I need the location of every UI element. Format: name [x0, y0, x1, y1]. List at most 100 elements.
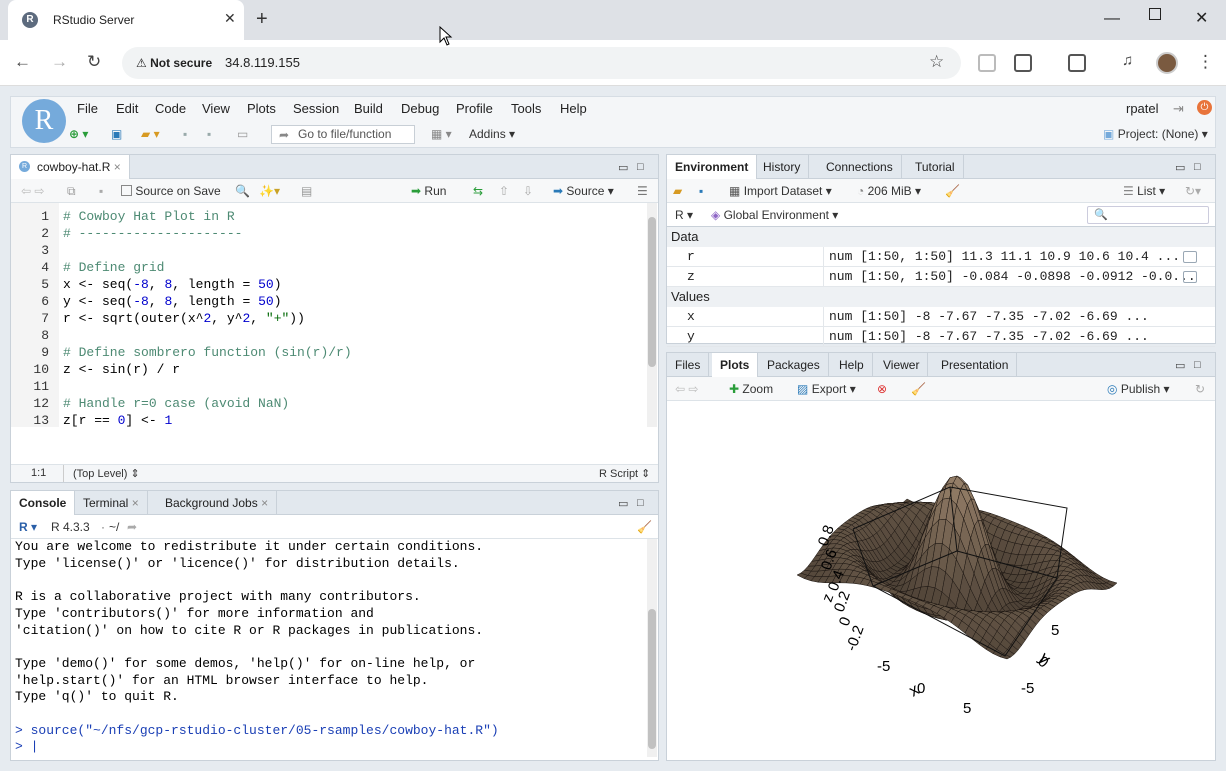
publish-button[interactable]: ◎ Publish ▾	[1107, 382, 1170, 396]
code-line[interactable]: x <- seq(-8, 8, length = 50)	[63, 277, 282, 292]
menu-plots[interactable]: Plots	[247, 101, 276, 116]
save-workspace-icon[interactable]: ▪	[699, 184, 703, 198]
code-line[interactable]: # ---------------------	[63, 226, 242, 241]
close-terminal-icon[interactable]: ×	[132, 496, 139, 510]
close-tab-icon[interactable]: ✕	[224, 10, 236, 27]
tab-environment[interactable]: Environment	[667, 155, 758, 180]
browser-tab[interactable]: R RStudio Server ✕	[8, 0, 244, 40]
forward-icon[interactable]: →	[51, 52, 68, 72]
menu-session[interactable]: Session	[293, 101, 339, 116]
menu-file[interactable]: File	[77, 101, 98, 116]
tab-tutorial[interactable]: Tutorial	[907, 155, 964, 179]
show-in-window-icon[interactable]: ⧉	[67, 184, 76, 199]
memory-usage[interactable]: ◔ 206 MiB ▾	[857, 184, 921, 198]
menu-build[interactable]: Build	[354, 101, 383, 116]
tab-connections[interactable]: Connections	[818, 155, 902, 179]
new-project-icon[interactable]: ▣	[111, 127, 122, 141]
menu-code[interactable]: Code	[155, 101, 186, 116]
save-file-icon[interactable]: ▪	[99, 184, 103, 198]
tab-background-jobs[interactable]: Background Jobs ×	[157, 491, 278, 515]
menu-profile[interactable]: Profile	[456, 101, 493, 116]
code-line[interactable]: y <- seq(-8, 8, length = 50)	[63, 294, 282, 309]
run-button[interactable]: ➡ Run	[411, 184, 446, 198]
editor-scroll-thumb[interactable]	[648, 217, 656, 367]
refresh-plot-icon[interactable]: ↻	[1195, 382, 1205, 396]
open-file-icon[interactable]: ▰ ▾	[141, 127, 160, 141]
reload-icon[interactable]: ↻	[87, 52, 101, 72]
go-to-file-input[interactable]: Go to file/function	[271, 125, 415, 144]
close-jobs-icon[interactable]: ×	[261, 496, 268, 510]
tab-plots[interactable]: Plots	[712, 353, 759, 378]
export-button[interactable]: ▨ Export ▾	[797, 382, 856, 396]
view-data-icon[interactable]	[1183, 251, 1197, 263]
tab-files[interactable]: Files	[667, 353, 710, 377]
maximize-plots-icon[interactable]: □	[1194, 359, 1201, 371]
save-icon[interactable]: ▪	[183, 127, 187, 141]
console-prompt[interactable]: > |	[15, 739, 644, 756]
find-icon[interactable]: 🔍	[235, 184, 250, 198]
env-search-input[interactable]: 🔍	[1087, 206, 1209, 224]
menu-help[interactable]: Help	[560, 101, 587, 116]
remove-plot-icon[interactable]: ⊗	[877, 382, 887, 396]
editor-menu-icon[interactable]: ☰	[637, 184, 648, 198]
view-mode-selector[interactable]: ☰ List ▾	[1123, 184, 1165, 198]
maximize-console-icon[interactable]: □	[637, 497, 644, 509]
clear-plots-icon[interactable]: 🧹	[911, 382, 926, 396]
tab-presentation[interactable]: Presentation	[933, 353, 1018, 377]
goto-dir-icon[interactable]: ➦	[127, 520, 137, 534]
tab-packages[interactable]: Packages	[759, 353, 829, 377]
close-editor-tab-icon[interactable]: ×	[114, 160, 121, 174]
tab-console[interactable]: Console	[11, 491, 76, 516]
tab-viewer[interactable]: Viewer	[875, 353, 929, 377]
clear-env-icon[interactable]: 🧹	[945, 184, 960, 198]
tab-search-icon[interactable]	[1068, 54, 1086, 72]
menu-view[interactable]: View	[202, 101, 230, 116]
code-line[interactable]: # Define sombrero function (sin(r)/r)	[63, 345, 352, 360]
code-line[interactable]: z <- sin(r) / r	[63, 362, 180, 377]
save-all-icon[interactable]: ▪	[207, 127, 211, 141]
env-row-y[interactable]: y num [1:50] -8 -7.67 -7.35 -7.02 -6.69 .…	[667, 327, 1215, 347]
workspace-panes-icon[interactable]: ▦ ▾	[431, 127, 452, 141]
source-button[interactable]: ➡ Source ▾	[553, 184, 614, 198]
minimize-plots-icon[interactable]: ▭	[1175, 359, 1185, 372]
clear-console-icon[interactable]: 🧹	[637, 520, 652, 534]
editor-file-tab[interactable]: R cowboy-hat.R ×	[11, 155, 130, 180]
scope-dropdown[interactable]: ◈ Global Environment ▾	[711, 208, 838, 222]
zoom-button[interactable]: ✚ Zoom	[729, 382, 773, 396]
prev-plot-icon[interactable]: ⇦ ⇨	[675, 382, 698, 396]
code-line[interactable]: # Handle r=0 case (avoid NaN)	[63, 396, 289, 411]
menu-edit[interactable]: Edit	[116, 101, 138, 116]
more-menu-icon[interactable]: ⋮	[1197, 52, 1214, 72]
minimize-env-icon[interactable]: ▭	[1175, 161, 1185, 174]
menu-debug[interactable]: Debug	[401, 101, 439, 116]
maximize-window-icon[interactable]	[1149, 8, 1161, 20]
project-menu[interactable]: ▣ Project: (None) ▾	[1103, 127, 1208, 141]
sign-out-icon[interactable]: ⇥	[1173, 101, 1184, 117]
minimize-window-icon[interactable]: —	[1104, 10, 1120, 28]
down-icon[interactable]: ⇩	[523, 184, 533, 198]
document-outline-icon[interactable]: ▤	[301, 184, 312, 198]
code-line[interactable]: # Cowboy Hat Plot in R	[63, 209, 235, 224]
minimize-console-icon[interactable]: ▭	[618, 497, 628, 510]
new-file-icon[interactable]: ⊕ ▾	[69, 127, 88, 141]
refresh-env-icon[interactable]: ↻▾	[1185, 184, 1201, 198]
env-row-r[interactable]: r num [1:50, 1:50] 11.3 11.1 10.9 10.6 10…	[667, 247, 1215, 267]
r-version-icon[interactable]: R ▾	[19, 520, 37, 534]
addins-menu[interactable]: Addins ▾	[469, 127, 515, 141]
close-window-icon[interactable]: ✕	[1195, 8, 1208, 28]
tab-history[interactable]: History	[755, 155, 810, 179]
bookmark-star-icon[interactable]: ☆	[929, 52, 944, 72]
import-dataset-button[interactable]: ▦ Import Dataset ▾	[729, 184, 832, 198]
console-scroll-thumb[interactable]	[648, 609, 656, 749]
new-tab-icon[interactable]: +	[256, 8, 268, 31]
extension-icon[interactable]	[978, 54, 996, 72]
tab-help[interactable]: Help	[831, 353, 873, 377]
scope-selector[interactable]: (Top Level) ⇕	[73, 467, 140, 480]
profile-avatar[interactable]	[1156, 52, 1178, 74]
console-output[interactable]: You are welcome to redistribute it under…	[15, 539, 644, 756]
print-icon[interactable]: ▭	[237, 127, 248, 141]
up-icon[interactable]: ⇧	[499, 184, 509, 198]
code-line[interactable]: # Define grid	[63, 260, 164, 275]
env-row-z[interactable]: z num [1:50, 1:50] -0.084 -0.0898 -0.0912…	[667, 267, 1215, 287]
code-area[interactable]: 1 # Cowboy Hat Plot in R 2 # --------------…	[11, 203, 644, 427]
